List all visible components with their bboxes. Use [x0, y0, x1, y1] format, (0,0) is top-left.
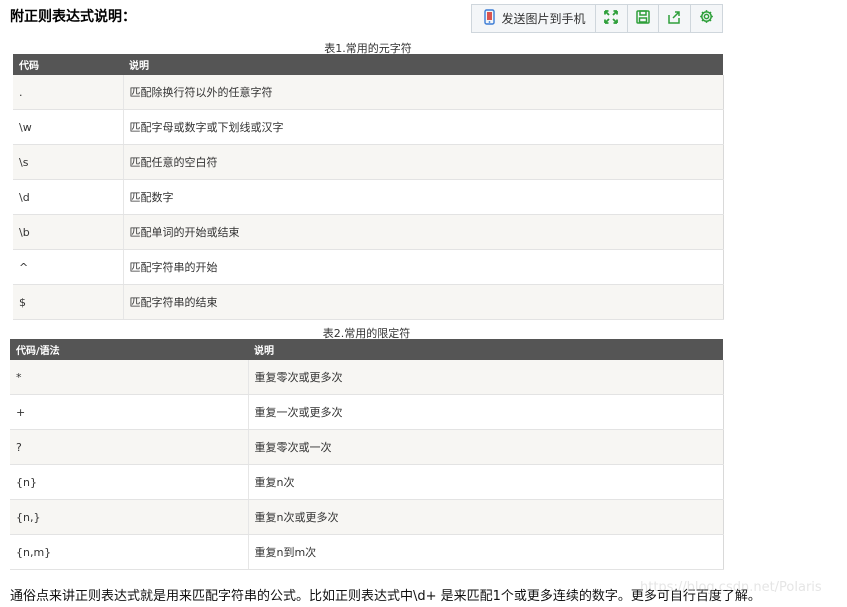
- table-cell-description: 重复一次或更多次: [248, 394, 724, 430]
- table-cell-code: *: [10, 360, 249, 395]
- fullscreen-icon: [604, 9, 619, 28]
- table-cell-description: 重复n次: [248, 464, 724, 500]
- table-row: $ 匹配字符串的结束: [13, 284, 724, 320]
- table-cell-description: 重复n到m次: [248, 534, 724, 570]
- table-cell-code: ^: [13, 249, 124, 285]
- table-cell-code: .: [13, 75, 124, 110]
- table-cell-code: ?: [10, 429, 249, 465]
- table-cell-code: {n,}: [10, 499, 249, 535]
- page-heading: 附正则表达式说明：: [10, 9, 136, 25]
- table-row: ? 重复零次或一次: [10, 429, 724, 465]
- metacharacters-table: 代码 说明 . 匹配除换行符以外的任意字符 \w 匹配字母或数字或下划线或汉字 …: [13, 54, 724, 320]
- save-button[interactable]: [628, 5, 660, 32]
- table-cell-description: 匹配单词的开始或结束: [123, 214, 724, 250]
- table-cell-description: 重复零次或一次: [248, 429, 724, 465]
- table-header-row: 代码/语法 说明: [10, 339, 723, 360]
- table-cell-code: +: [10, 394, 249, 430]
- table-cell-description: 匹配任意的空白符: [123, 144, 724, 180]
- table-header-description: 说明: [123, 54, 723, 75]
- table-row: ^ 匹配字符串的开始: [13, 249, 724, 285]
- table-row: + 重复一次或更多次: [10, 394, 724, 430]
- send-to-phone-label: 发送图片到手机: [501, 12, 586, 26]
- table-cell-code: \b: [13, 214, 124, 250]
- table-cell-code: $: [13, 284, 124, 320]
- table-row: \w 匹配字母或数字或下划线或汉字: [13, 109, 724, 145]
- save-icon: [636, 9, 650, 28]
- table-cell-description: 重复n次或更多次: [248, 499, 724, 535]
- table-header-description: 说明: [248, 339, 723, 360]
- table-row: {n,m} 重复n到m次: [10, 534, 724, 570]
- table-cell-description: 匹配字符串的开始: [123, 249, 724, 285]
- share-button[interactable]: [659, 5, 691, 32]
- table-cell-description: 匹配除换行符以外的任意字符: [123, 75, 724, 110]
- table-header-code-syntax: 代码/语法: [10, 339, 248, 360]
- gear-icon: [699, 9, 714, 28]
- table-row: \d 匹配数字: [13, 179, 724, 215]
- table-row: \b 匹配单词的开始或结束: [13, 214, 724, 250]
- table-row: \s 匹配任意的空白符: [13, 144, 724, 180]
- table-header-row: 代码 说明: [13, 54, 723, 75]
- table-row: . 匹配除换行符以外的任意字符: [13, 75, 724, 110]
- table-cell-code: \w: [13, 109, 124, 145]
- table-cell-code: \d: [13, 179, 124, 215]
- send-to-phone-button[interactable]: 发送图片到手机: [472, 5, 597, 32]
- table-cell-code: {n,m}: [10, 534, 249, 570]
- table-header-code: 代码: [13, 54, 123, 75]
- table-row: {n,} 重复n次或更多次: [10, 499, 724, 535]
- share-icon: [667, 9, 681, 28]
- quantifiers-table: 代码/语法 说明 * 重复零次或更多次 + 重复一次或更多次 ? 重复零次或一次…: [10, 339, 724, 570]
- table-cell-description: 匹配字母或数字或下划线或汉字: [123, 109, 724, 145]
- table-row: * 重复零次或更多次: [10, 360, 724, 395]
- table-cell-description: 匹配数字: [123, 179, 724, 215]
- image-toolbar: 发送图片到手机: [471, 4, 723, 33]
- settings-button[interactable]: [691, 5, 722, 32]
- table-row: {n} 重复n次: [10, 464, 724, 500]
- table-cell-code: \s: [13, 144, 124, 180]
- table-cell-code: {n}: [10, 464, 249, 500]
- table-cell-description: 匹配字符串的结束: [123, 284, 724, 320]
- phone-send-icon: [482, 9, 498, 28]
- table-cell-description: 重复零次或更多次: [248, 360, 724, 395]
- fullscreen-button[interactable]: [596, 5, 628, 32]
- watermark: https://blog.csdn.net/Polaris: [640, 580, 822, 595]
